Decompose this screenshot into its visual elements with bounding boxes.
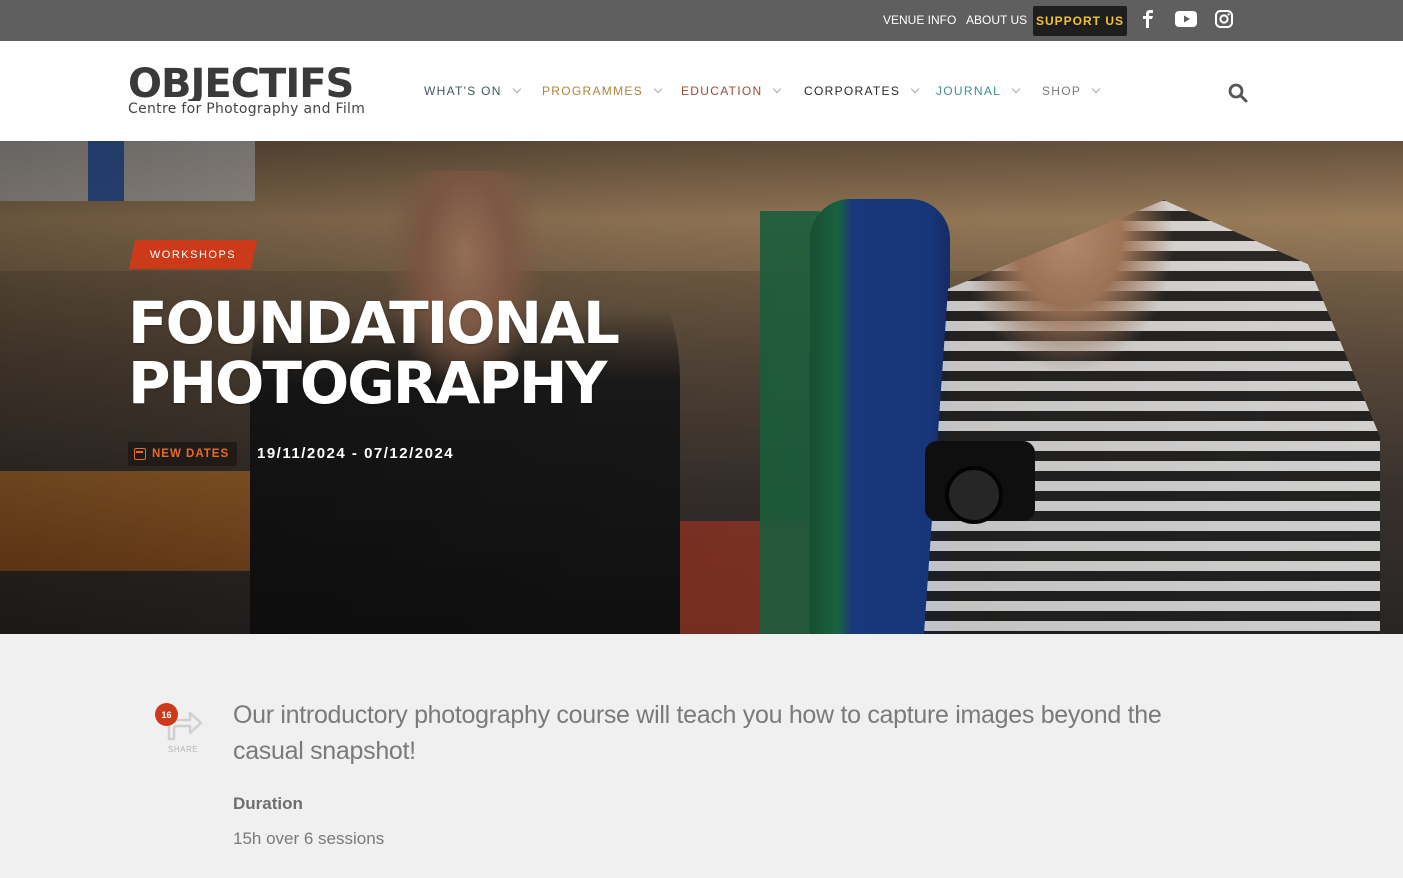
main-content: 16 SHARE Our introductory photography co… — [0, 634, 1403, 878]
chevron-down-icon — [653, 84, 663, 94]
new-dates-badge: NEW DATES — [128, 442, 238, 466]
duration-label: Duration — [233, 794, 303, 813]
share-count: 16 — [155, 703, 178, 726]
share-button[interactable]: 16 SHARE — [153, 701, 207, 755]
chevron-down-icon — [910, 84, 920, 94]
top-utility-bar: VENUE INFO ABOUT US SUPPORT US — [0, 0, 1403, 41]
chevron-down-icon — [512, 84, 522, 94]
hero-banner: WORKSHOPS FOUNDATIONAL PHOTOGRAPHY NEW D… — [0, 141, 1403, 634]
page-title: FOUNDATIONAL PHOTOGRAPHY — [128, 289, 620, 417]
chevron-down-icon — [1091, 84, 1101, 94]
chevron-down-icon — [773, 84, 782, 94]
category-tag-workshops[interactable]: WORKSHOPS — [128, 240, 258, 269]
chevron-down-icon — [1011, 84, 1021, 94]
duration-value: 15h over 6 sessions — [233, 829, 385, 848]
youtube-icon[interactable] — [1175, 8, 1197, 30]
venue-info-link[interactable]: VENUE INFO — [883, 13, 956, 27]
share-label: SHARE — [168, 745, 199, 754]
nav-shop[interactable]: SHOP — [1042, 84, 1101, 98]
objectifs-logo[interactable]: OBJECTIFS Centre for Photography and Fil… — [128, 65, 378, 119]
nav-corporates[interactable]: CORPORATES — [804, 84, 920, 98]
nav-whats-on[interactable]: WHAT'S ON — [424, 84, 522, 98]
site-header: OBJECTIFS Centre for Photography and Fil… — [0, 41, 1403, 141]
logo-tagline: Centre for Photography and Film — [128, 101, 366, 117]
nav-programmes[interactable]: PROGRAMMES — [542, 84, 663, 98]
facebook-icon[interactable] — [1137, 8, 1159, 30]
about-us-link[interactable]: ABOUT US — [966, 13, 1027, 27]
search-icon[interactable] — [1228, 83, 1250, 105]
nav-education[interactable]: EDUCATION — [681, 84, 782, 98]
instagram-icon[interactable] — [1213, 8, 1235, 30]
calendar-icon — [134, 448, 146, 460]
nav-journal[interactable]: JOURNAL — [936, 84, 1021, 98]
course-intro: Our introductory photography course will… — [233, 701, 1162, 765]
event-dates: 19/11/2024 - 07/12/2024 — [257, 445, 455, 462]
support-us-button[interactable]: SUPPORT US — [1033, 6, 1127, 36]
logo-wordmark: OBJECTIFS — [128, 65, 354, 101]
